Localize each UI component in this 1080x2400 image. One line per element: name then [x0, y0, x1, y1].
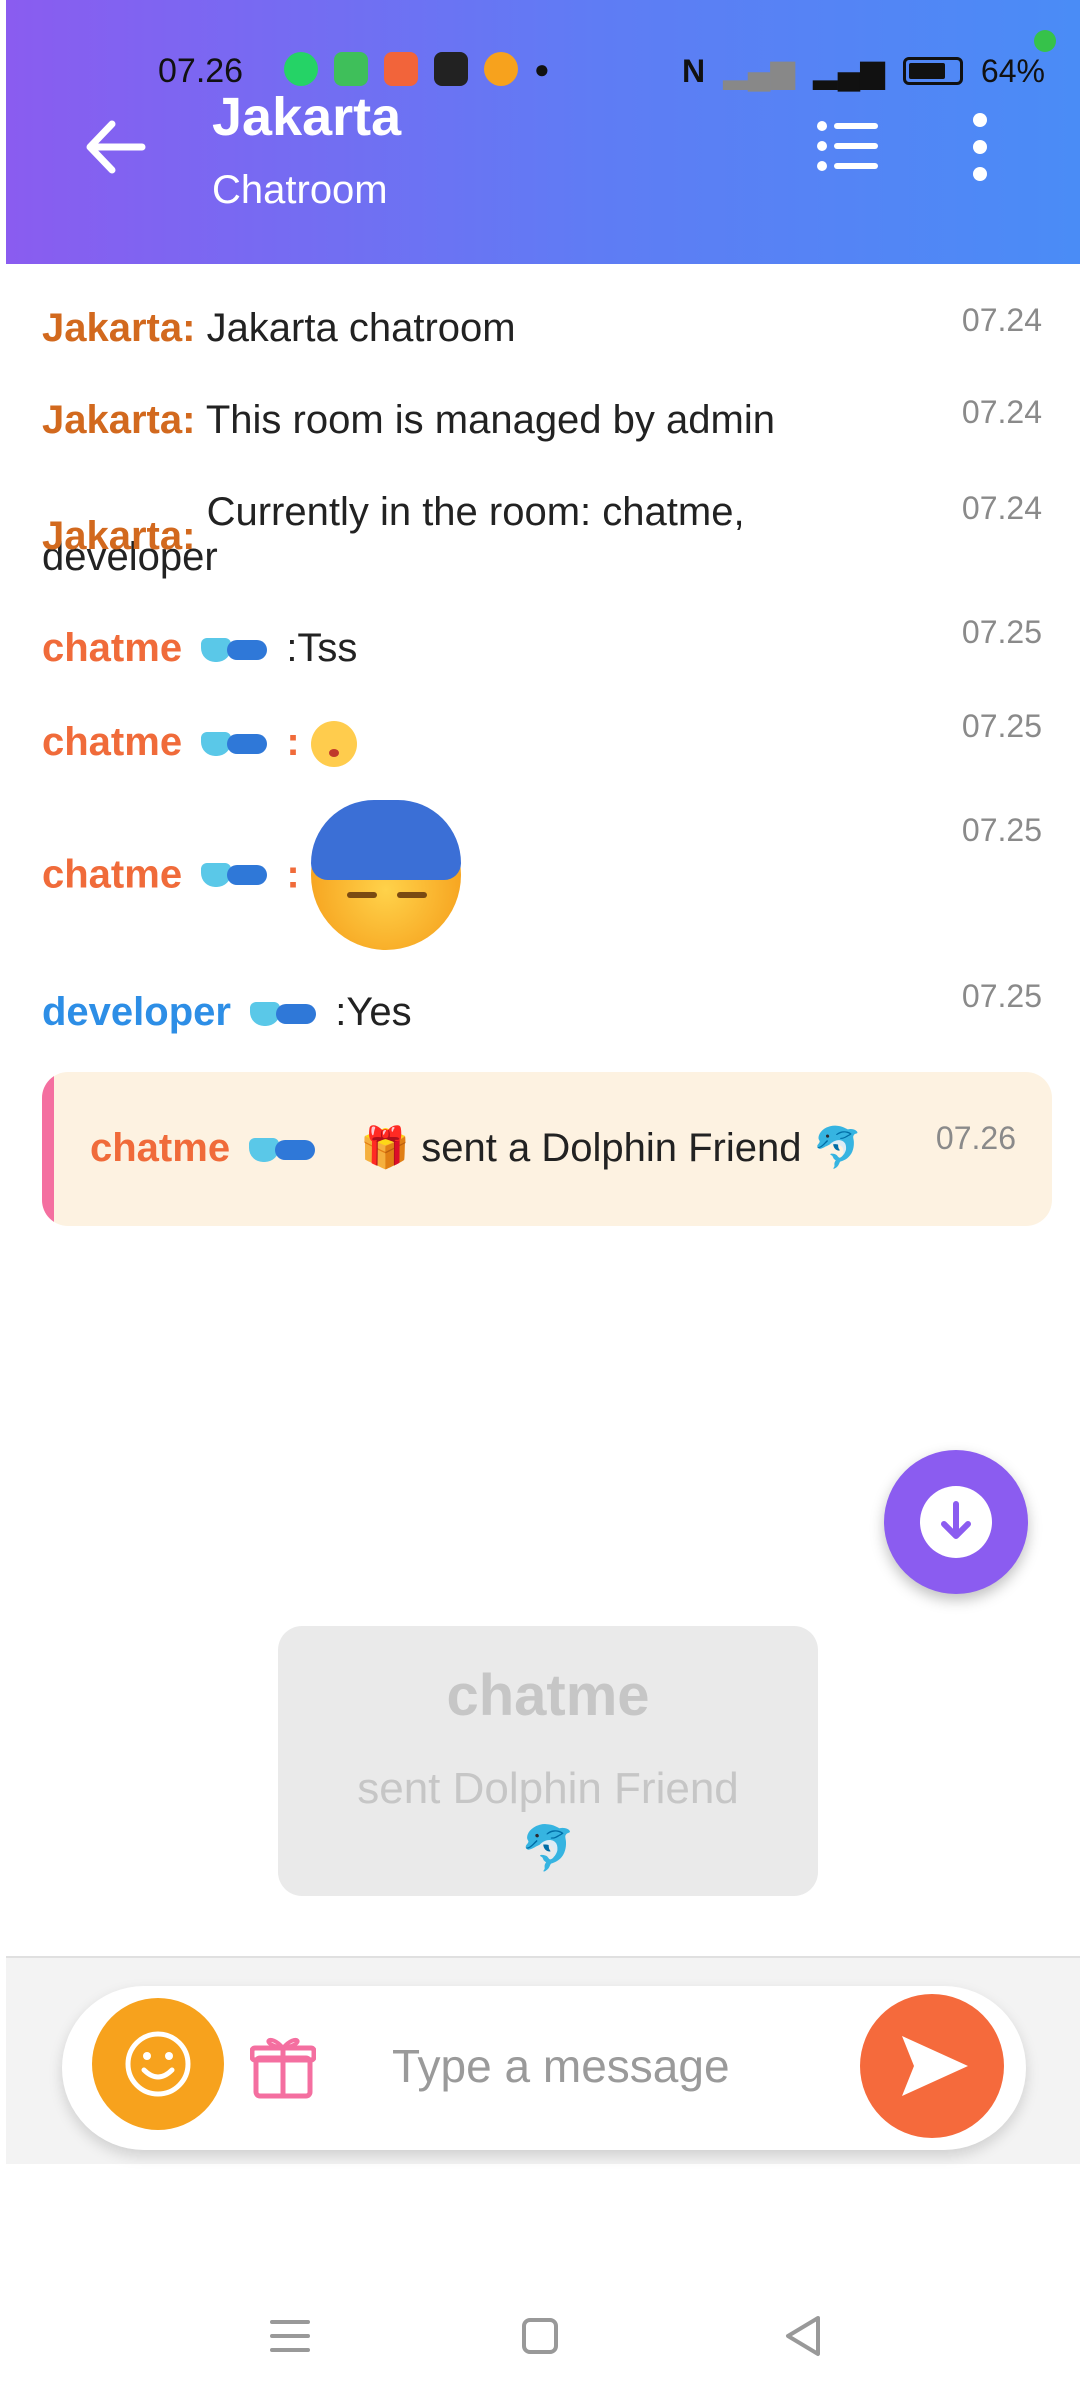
app-j-icon [484, 52, 518, 86]
message-sender[interactable]: Jakarta: [42, 306, 195, 350]
message-row: chatme : 07.25 [42, 708, 1042, 768]
message-sender[interactable]: developer [42, 990, 231, 1034]
message-text: : [286, 720, 300, 764]
message-time: 07.24 [961, 490, 1042, 526]
message-sender[interactable]: chatme [42, 626, 182, 670]
user-level-badge-icon [201, 861, 268, 889]
nfc-icon: N [682, 52, 706, 89]
emoji-button[interactable] [92, 1998, 224, 2130]
gift-box-icon: 🎁 [360, 1126, 411, 1170]
send-icon [902, 2036, 968, 2096]
message-time: 07.25 [961, 614, 1042, 650]
arrow-down-icon [941, 1501, 971, 1539]
message-text: : [286, 852, 300, 897]
more-options-icon[interactable] [960, 112, 1000, 182]
gift-sender[interactable]: chatme [90, 1126, 230, 1170]
scroll-to-bottom-button[interactable] [884, 1450, 1028, 1594]
message-row: Jakarta: This room is managed by admin 0… [42, 394, 1042, 443]
kissing-face-emoji-icon [310, 721, 357, 768]
message-text: This room is managed by admin [205, 398, 775, 442]
message-sender[interactable]: Jakarta: [42, 398, 195, 442]
message-time: 07.24 [961, 302, 1042, 338]
message-text: :Tss [286, 626, 358, 670]
home-nav-icon[interactable] [510, 2306, 570, 2366]
message-sender[interactable]: chatme [42, 853, 182, 897]
gift-button-icon[interactable] [250, 2030, 316, 2100]
battery-icon [902, 57, 963, 85]
more-notifications-dot-icon: ● [534, 53, 550, 84]
message-text: :Yes [335, 990, 412, 1034]
room-title: Jakarta [212, 87, 402, 147]
message-row: chatme : 07.25 [42, 800, 1042, 950]
user-level-badge-icon [201, 636, 268, 664]
user-level-badge-icon [249, 1136, 316, 1164]
message-time: 07.24 [961, 394, 1042, 430]
whatsapp-icon [284, 52, 318, 86]
gift-text: sent a Dolphin Friend [421, 1126, 802, 1170]
user-level-badge-icon [201, 730, 268, 758]
toast-user: chatme [446, 1663, 650, 1728]
message-row: chatme :Tss 07.25 [42, 614, 1042, 671]
message-row: developer :Yes 07.25 [42, 978, 1042, 1035]
toast-text: sent Dolphin Friend [357, 1764, 739, 1813]
message-input[interactable] [390, 2030, 834, 2102]
sleeping-face-sticker-icon [310, 800, 461, 950]
gift-time: 07.26 [935, 1120, 1016, 1156]
message-text: Jakarta chatroom [206, 306, 516, 350]
smiley-icon [125, 2031, 191, 2097]
message-time: 07.25 [961, 978, 1042, 1014]
user-level-badge-icon [250, 1000, 317, 1028]
message-row: Jakarta: Jakarta chatroom 07.24 [42, 302, 1042, 351]
status-bar: 07.26 ● N ▂▄▆ ▂▄▆ 64% [0, 40, 1080, 100]
menu-nav-icon[interactable] [260, 2306, 320, 2366]
battery-percent: 64% [980, 52, 1045, 89]
gift-toast: chatme sent Dolphin Friend 🐬 [278, 1626, 818, 1896]
message-time: 07.25 [961, 708, 1042, 744]
app-notification-icon [334, 52, 368, 86]
notification-icons: ● [284, 52, 550, 86]
back-nav-icon[interactable] [774, 2306, 834, 2366]
message-time: 07.25 [961, 812, 1042, 848]
signal-icon: ▂▄▆ [723, 53, 795, 89]
gift-message: chatme 🎁 sent a Dolphin Friend 🐬 07.26 [42, 1072, 1052, 1226]
wallet-icon [434, 52, 468, 86]
system-navigation-bar [0, 2266, 1080, 2400]
game-notification-icon [384, 52, 418, 86]
4g-signal-icon: ▂▄▆ [813, 53, 885, 89]
gift-accent-bar [42, 1072, 54, 1226]
message-sender[interactable]: chatme [42, 720, 182, 764]
dolphin-icon: 🐬 [520, 1824, 576, 1873]
back-arrow-icon[interactable] [80, 112, 150, 182]
message-sender[interactable]: Jakarta: [42, 514, 195, 558]
system-status: N ▂▄▆ ▂▄▆ 64% [682, 52, 1045, 90]
dolphin-icon: 🐬 [812, 1126, 863, 1170]
message-row: Jakarta: Currently in the room: chatme, … [42, 490, 802, 580]
send-button[interactable] [860, 1994, 1004, 2138]
list-icon[interactable] [816, 118, 880, 174]
privacy-indicator-icon [1034, 30, 1056, 52]
room-subtitle: Chatroom [212, 168, 388, 212]
